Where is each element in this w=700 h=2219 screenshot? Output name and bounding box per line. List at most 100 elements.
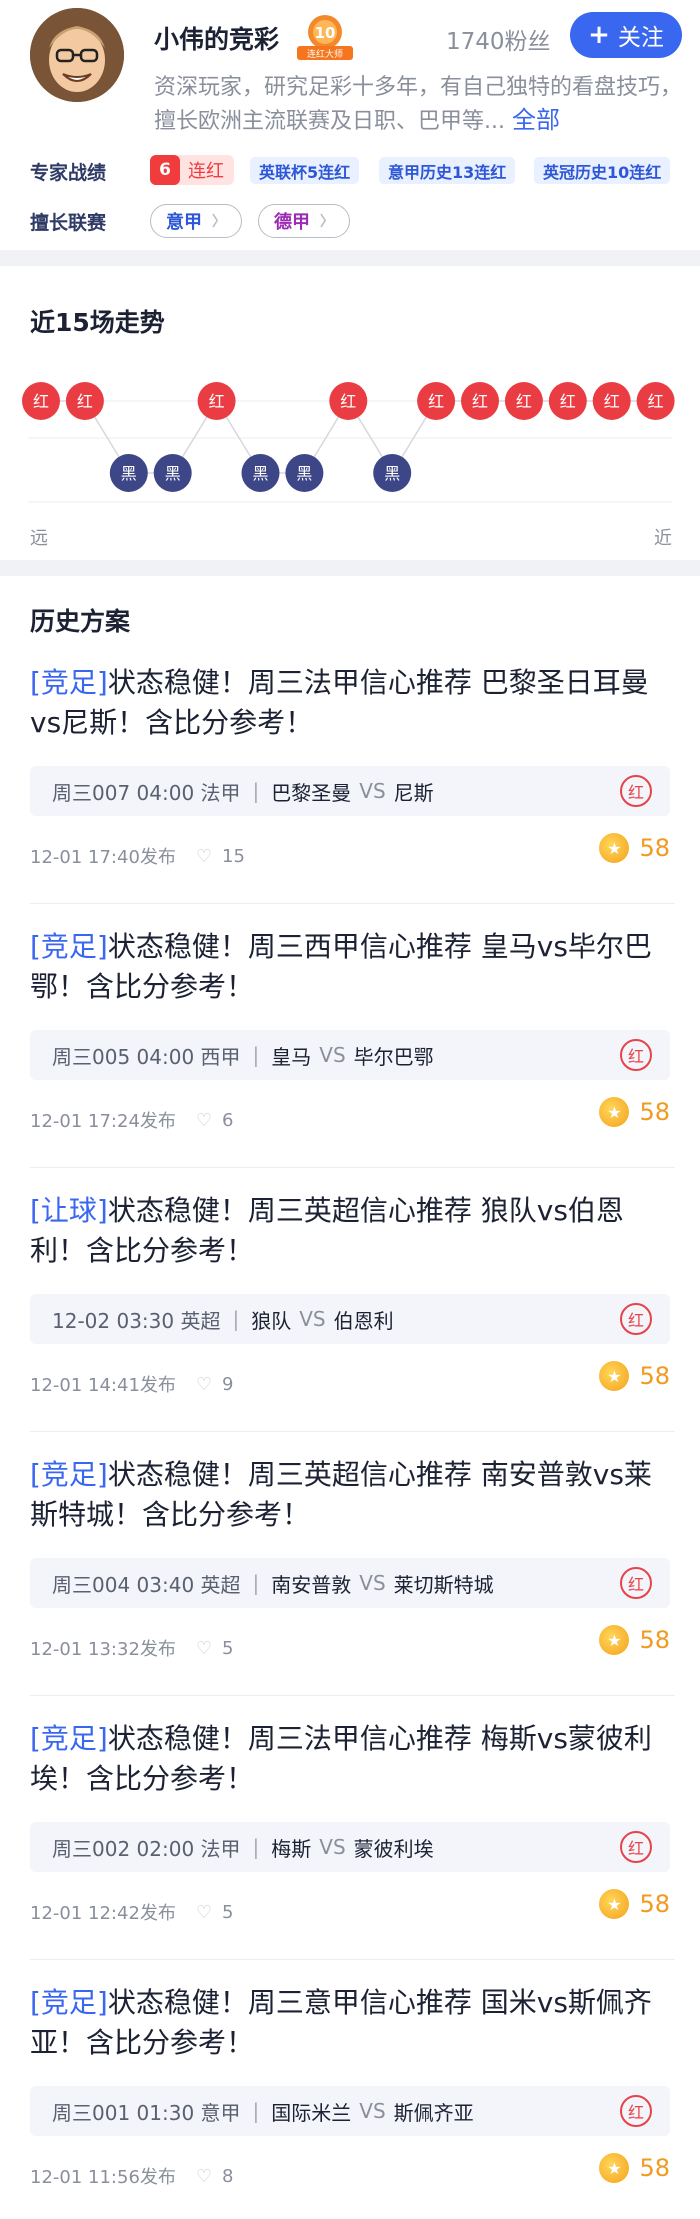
plan-meta: 12-01 11:56发布 ♡ 8 — [30, 2163, 234, 2189]
match-code: 周三005 04:00 西甲 — [52, 1044, 241, 1069]
match-code: 周三001 01:30 意甲 — [52, 2100, 241, 2125]
home-team: 巴黎圣曼 — [271, 780, 352, 805]
plan-type-tag: [竞足] — [30, 1458, 108, 1491]
match-code: 周三004 03:40 英超 — [52, 1572, 241, 1597]
coin-icon: ★ — [599, 1625, 630, 1655]
trend-point: 红 — [329, 382, 368, 420]
result-stamp: 红 — [620, 1303, 652, 1335]
plan-type-tag: [竞足] — [30, 666, 108, 699]
streak-text: 连红 — [188, 161, 224, 182]
bio-more-link[interactable]: 全部 — [512, 106, 560, 134]
trend-chart: 红 红黑 黑 红黑 黑 红黑 红 红 红 红 红 红 — [22, 382, 675, 503]
plan-type-tag: [竞足] — [30, 930, 108, 963]
league-chip-seriea[interactable]: 意甲 〉 — [150, 204, 242, 238]
trend-dot-label: 红 — [209, 392, 225, 411]
price-amount: 58 — [639, 2154, 670, 2182]
divider: | — [232, 1307, 240, 1331]
vs-label: VS — [319, 1043, 346, 1067]
view-count: 15 — [222, 845, 245, 867]
plan-type-tag: [竞足] — [30, 1722, 108, 1755]
card-separator — [30, 1431, 675, 1432]
divider: | — [252, 1571, 260, 1595]
publish-time: 12-01 17:40发布 — [30, 847, 176, 868]
match-info: 周三005 04:00 西甲 | 皇马 VS 毕尔巴鄂 红 — [30, 1030, 670, 1080]
trend-dot-label: 黑 — [252, 464, 268, 483]
divider: | — [252, 1835, 260, 1859]
match-info: 周三001 01:30 意甲 | 国际米兰 VS 斯佩齐亚 红 — [30, 2086, 670, 2136]
plan-price: ★ 58 — [599, 2153, 670, 2183]
card-separator — [30, 1167, 675, 1168]
trend-dot-label: 红 — [604, 392, 620, 411]
expert-profile: 小伟的竞彩 10 连红大师 1740粉丝 + 关注 资深玩家，研究足彩十多年，有… — [0, 0, 700, 250]
result-stamp: 红 — [620, 2095, 652, 2127]
chevron-right-icon: 〉 — [320, 214, 334, 230]
trend-point: 黑 — [373, 454, 412, 492]
plan-title[interactable]: [竞足]状态稳健！周三英超信心推荐 南安普敦vs莱斯特城！含比分参考！ — [30, 1455, 675, 1535]
league-name: 德甲 — [274, 212, 310, 233]
thumb-icon: ♡ — [195, 2165, 213, 2187]
view-count: 5 — [222, 1901, 234, 1923]
plan-title-text: 状态稳健！周三法甲信心推荐 梅斯vs蒙彼利埃！含比分参考！ — [30, 1722, 652, 1795]
result-stamp: 红 — [620, 775, 652, 807]
trend-dot-label: 红 — [340, 392, 356, 411]
plan-title[interactable]: [竞足]状态稳健！周三西甲信心推荐 皇马vs毕尔巴鄂！含比分参考！ — [30, 927, 675, 1007]
follow-button[interactable]: + 关注 — [570, 12, 682, 58]
coin-icon: ★ — [599, 1097, 630, 1127]
record-label: 专家战绩 — [30, 162, 107, 184]
view-count: 8 — [222, 2165, 234, 2187]
fans-count: 1740粉丝 — [446, 29, 551, 55]
away-team: 斯佩齐亚 — [393, 2100, 474, 2125]
vs-label: VS — [299, 1307, 326, 1331]
history-card[interactable]: [竞足]状态稳健！周三法甲信心推荐 巴黎圣日耳曼vs尼斯！含比分参考！ 周三007… — [0, 663, 700, 927]
trend-point: 红 — [548, 382, 587, 420]
medal-count: 10 — [315, 24, 336, 42]
plan-title[interactable]: [让球]状态稳健！周三英超信心推荐 狼队vs伯恩利！含比分参考！ — [30, 1191, 675, 1271]
plan-meta: 12-01 17:40发布 ♡ 15 — [30, 843, 245, 869]
history-title: 历史方案 — [30, 607, 131, 636]
trend-point: 红 — [197, 382, 236, 420]
trend-point: 黑 — [285, 454, 324, 492]
plan-title[interactable]: [竞足]状态稳健！周三法甲信心推荐 巴黎圣日耳曼vs尼斯！含比分参考！ — [30, 663, 675, 743]
plus-icon: + — [588, 20, 610, 50]
history-card[interactable]: [让球]状态稳健！周三英超信心推荐 狼队vs伯恩利！含比分参考！ 12-02 03… — [0, 1191, 700, 1455]
history-card[interactable]: [竞足]状态稳健！周三法甲信心推荐 梅斯vs蒙彼利埃！含比分参考！ 周三002 0… — [0, 1719, 700, 1983]
price-amount: 58 — [639, 1098, 670, 1126]
medal-label: 连红大师 — [307, 48, 343, 60]
price-amount: 58 — [639, 834, 670, 862]
view-count: 5 — [222, 1637, 234, 1659]
plan-price: ★ 58 — [599, 1361, 670, 1391]
home-team: 国际米兰 — [271, 2100, 352, 2125]
vs-label: VS — [319, 1835, 346, 1859]
match-code: 周三002 02:00 法甲 — [52, 1836, 241, 1861]
match-info: 12-02 03:30 英超 | 狼队 VS 伯恩利 红 — [30, 1294, 670, 1344]
plan-title-text: 状态稳健！周三英超信心推荐 南安普敦vs莱斯特城！含比分参考！ — [30, 1458, 652, 1531]
coin-icon: ★ — [599, 2153, 630, 2183]
league-name: 意甲 — [166, 212, 202, 233]
streak-badge: 6 连红 — [150, 155, 234, 185]
record-tag: 英联杯5连红 — [250, 157, 360, 184]
trend-near-label: 近 — [654, 528, 672, 549]
coin-icon: ★ — [599, 833, 630, 863]
away-team: 尼斯 — [393, 780, 434, 805]
chevron-right-icon: 〉 — [212, 214, 226, 230]
publish-time: 12-01 13:32发布 — [30, 1639, 176, 1660]
avatar[interactable] — [30, 8, 124, 102]
coin-icon: ★ — [599, 1889, 630, 1919]
plan-title[interactable]: [竞足]状态稳健！周三法甲信心推荐 梅斯vs蒙彼利埃！含比分参考！ — [30, 1719, 675, 1799]
home-team: 狼队 — [251, 1308, 292, 1333]
trend-dot-label: 黑 — [165, 464, 181, 483]
history-card[interactable]: [竞足]状态稳健！周三西甲信心推荐 皇马vs毕尔巴鄂！含比分参考！ 周三005 0… — [0, 927, 700, 1191]
history-card[interactable]: [竞足]状态稳健！周三英超信心推荐 南安普敦vs莱斯特城！含比分参考！ 周三004… — [0, 1455, 700, 1719]
plan-title[interactable]: [竞足]状态稳健！周三意甲信心推荐 国米vs斯佩齐亚！含比分参考！ — [30, 1983, 675, 2063]
trend-point: 黑 — [109, 454, 148, 492]
trend-dot-label: 黑 — [296, 464, 312, 483]
league-chip-bundesliga[interactable]: 德甲 〉 — [258, 204, 350, 238]
publish-time: 12-01 12:42发布 — [30, 1903, 176, 1924]
plan-meta: 12-01 12:42发布 ♡ 5 — [30, 1899, 234, 1925]
plan-title-text: 状态稳健！周三法甲信心推荐 巴黎圣日耳曼vs尼斯！含比分参考！ — [30, 666, 649, 739]
home-team: 皇马 — [271, 1044, 312, 1069]
history-card[interactable]: [竞足]状态稳健！周三意甲信心推荐 国米vs斯佩齐亚！含比分参考！ 周三001 0… — [0, 1983, 700, 2219]
trend-point: 红 — [636, 382, 675, 420]
section-divider — [0, 560, 700, 576]
expert-bio: 资深玩家，研究足彩十多年，有自己独特的看盘技巧，擅长欧洲主流联赛及日职、巴甲等.… — [154, 72, 684, 138]
